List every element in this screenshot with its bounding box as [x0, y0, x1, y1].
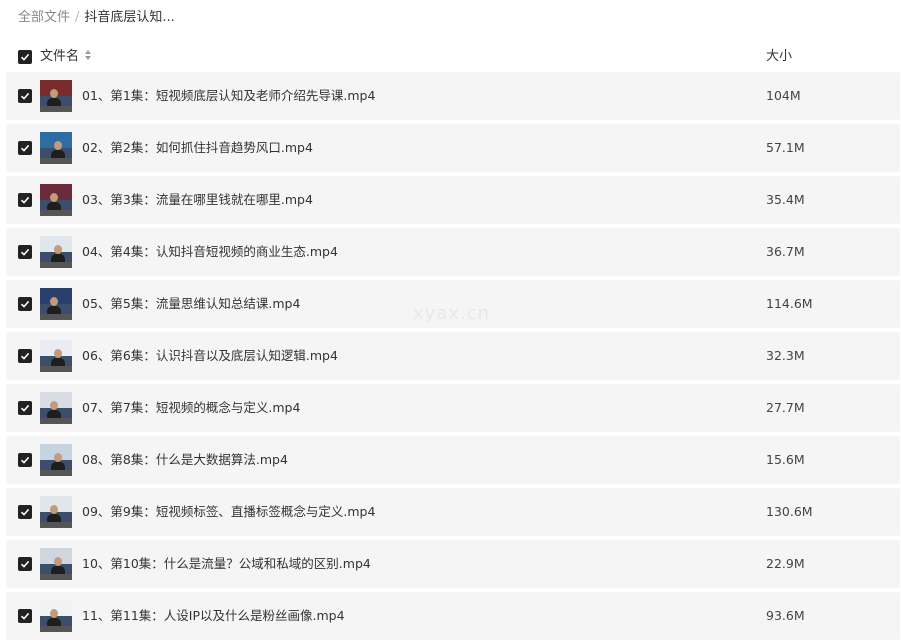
column-header-name-label: 文件名 — [40, 49, 80, 64]
file-checkbox[interactable] — [18, 297, 32, 311]
video-thumbnail[interactable] — [40, 340, 72, 372]
file-size: 114.6M — [766, 296, 813, 311]
video-thumbnail[interactable] — [40, 80, 72, 112]
file-size: 32.3M — [766, 348, 805, 363]
file-size: 35.4M — [766, 192, 805, 207]
file-checkbox[interactable] — [18, 453, 32, 467]
file-checkbox[interactable] — [18, 193, 32, 207]
file-size: 130.6M — [766, 504, 813, 519]
file-name-link[interactable]: 09、第9集：短视频标签、直播标签概念与定义.mp4 — [82, 503, 375, 521]
file-row[interactable]: 06、第6集：认识抖音以及底层认知逻辑.mp4 32.3M — [6, 332, 900, 380]
select-all-checkbox[interactable] — [18, 50, 32, 64]
file-row[interactable]: 02、第2集：如何抓住抖音趋势风口.mp4 57.1M — [6, 124, 900, 172]
checkmark-icon — [20, 508, 30, 516]
file-size: 36.7M — [766, 244, 805, 259]
file-name-link[interactable]: 05、第5集：流量思维认知总结课.mp4 — [82, 295, 300, 313]
breadcrumb: 全部文件 / 抖音底层认知... — [18, 8, 175, 28]
checkmark-icon — [20, 300, 30, 308]
checkmark-icon — [20, 560, 30, 568]
file-name-link[interactable]: 01、第1集：短视频底层认知及老师介绍先导课.mp4 — [82, 87, 375, 105]
file-name-link[interactable]: 08、第8集：什么是大数据算法.mp4 — [82, 451, 288, 469]
file-row[interactable]: 01、第1集：短视频底层认知及老师介绍先导课.mp4 104M — [6, 72, 900, 120]
file-size: 93.6M — [766, 608, 805, 623]
column-header-name[interactable]: 文件名 — [40, 48, 92, 66]
file-row[interactable]: 04、第4集：认知抖音短视频的商业生态.mp4 36.7M — [6, 228, 900, 276]
file-row[interactable]: 10、第10集：什么是流量？公域和私域的区别.mp4 22.9M — [6, 540, 900, 588]
breadcrumb-separator: / — [75, 10, 80, 25]
breadcrumb-current: 抖音底层认知... — [84, 10, 175, 25]
video-thumbnail[interactable] — [40, 236, 72, 268]
file-size: 27.7M — [766, 400, 805, 415]
file-name-link[interactable]: 02、第2集：如何抓住抖音趋势风口.mp4 — [82, 139, 313, 157]
checkmark-icon — [20, 92, 30, 100]
checkmark-icon — [20, 352, 30, 360]
file-checkbox[interactable] — [18, 557, 32, 571]
file-name-link[interactable]: 06、第6集：认识抖音以及底层认知逻辑.mp4 — [82, 347, 338, 365]
file-name-link[interactable]: 03、第3集：流量在哪里钱就在哪里.mp4 — [82, 191, 313, 209]
video-thumbnail[interactable] — [40, 548, 72, 580]
file-row[interactable]: 08、第8集：什么是大数据算法.mp4 15.6M — [6, 436, 900, 484]
video-thumbnail[interactable] — [40, 600, 72, 632]
breadcrumb-root-link[interactable]: 全部文件 — [18, 10, 70, 25]
file-row[interactable]: 07、第7集：短视频的概念与定义.mp4 27.7M — [6, 384, 900, 432]
video-thumbnail[interactable] — [40, 392, 72, 424]
file-checkbox[interactable] — [18, 505, 32, 519]
video-thumbnail[interactable] — [40, 184, 72, 216]
file-list-header: 文件名 大小 — [0, 44, 901, 70]
checkmark-icon — [20, 53, 30, 61]
file-size: 22.9M — [766, 556, 805, 571]
video-thumbnail[interactable] — [40, 496, 72, 528]
video-thumbnail[interactable] — [40, 132, 72, 164]
file-size: 15.6M — [766, 452, 805, 467]
checkmark-icon — [20, 612, 30, 620]
file-size: 104M — [766, 88, 801, 103]
file-checkbox[interactable] — [18, 401, 32, 415]
checkmark-icon — [20, 456, 30, 464]
file-row[interactable]: 03、第3集：流量在哪里钱就在哪里.mp4 35.4M — [6, 176, 900, 224]
file-checkbox[interactable] — [18, 609, 32, 623]
checkmark-icon — [20, 144, 30, 152]
file-checkbox[interactable] — [18, 141, 32, 155]
file-row[interactable]: 11、第11集：人设IP以及什么是粉丝画像.mp4 93.6M — [6, 592, 900, 640]
checkmark-icon — [20, 196, 30, 204]
checkmark-icon — [20, 404, 30, 412]
sort-updown-icon[interactable] — [84, 49, 92, 61]
watermark: xyax.cn — [413, 303, 491, 324]
file-size: 57.1M — [766, 140, 805, 155]
video-thumbnail[interactable] — [40, 288, 72, 320]
file-checkbox[interactable] — [18, 245, 32, 259]
file-checkbox[interactable] — [18, 89, 32, 103]
file-name-link[interactable]: 10、第10集：什么是流量？公域和私域的区别.mp4 — [82, 555, 371, 573]
file-name-link[interactable]: 11、第11集：人设IP以及什么是粉丝画像.mp4 — [82, 607, 345, 625]
file-name-link[interactable]: 04、第4集：认知抖音短视频的商业生态.mp4 — [82, 243, 338, 261]
file-row[interactable]: 09、第9集：短视频标签、直播标签概念与定义.mp4 130.6M — [6, 488, 900, 536]
video-thumbnail[interactable] — [40, 444, 72, 476]
file-name-link[interactable]: 07、第7集：短视频的概念与定义.mp4 — [82, 399, 300, 417]
file-checkbox[interactable] — [18, 349, 32, 363]
column-header-size[interactable]: 大小 — [766, 48, 792, 66]
checkmark-icon — [20, 248, 30, 256]
